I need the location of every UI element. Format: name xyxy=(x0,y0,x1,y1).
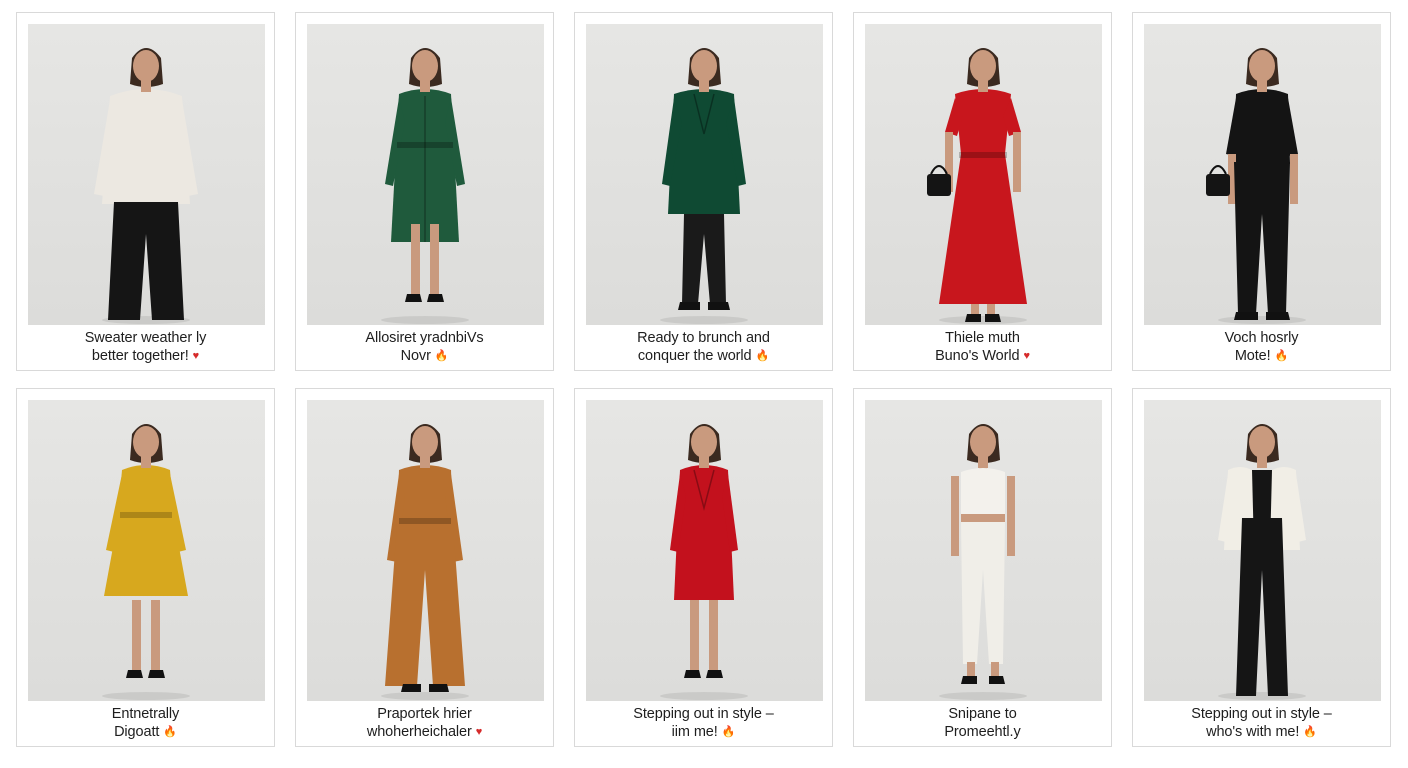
outfit-photo xyxy=(586,400,823,701)
caption-line-2: Novr 🔥 xyxy=(304,348,545,366)
caption-line-1: Stepping out in style – xyxy=(1191,706,1332,722)
caption-line-1: Praportek hrier xyxy=(377,706,472,722)
outfit-photo xyxy=(586,24,823,325)
outfit-caption: Ready to brunch and conquer the world 🔥 xyxy=(583,330,824,365)
caption-line-2-text: better together! xyxy=(91,347,189,364)
outfit-caption: Voch hosrly Mote! 🔥 xyxy=(1141,330,1382,365)
outfit-photo xyxy=(307,400,544,701)
fire-icon: 🔥 xyxy=(1274,349,1289,362)
caption-line-1: Snipane to xyxy=(948,706,1017,722)
caption-line-1: Allosiret yradnbiVs xyxy=(365,330,484,346)
model-figure xyxy=(1218,424,1306,700)
model-figure xyxy=(939,424,1027,700)
caption-line-2-text: whoherheichaler xyxy=(366,723,472,740)
caption-line-2: better together! ♥ xyxy=(25,348,266,366)
caption-line-2-text: Buno's World xyxy=(935,347,1020,364)
caption-line-1: Stepping out in style – xyxy=(633,706,774,722)
outfit-caption: Stepping out in style – iim me! 🔥 xyxy=(583,706,824,741)
outfit-photo xyxy=(865,400,1102,701)
heart-icon: ♥ xyxy=(475,725,483,738)
outfit-card[interactable]: Thiele muth Buno's World ♥ xyxy=(853,12,1112,371)
model-figure xyxy=(927,48,1027,324)
model-figure xyxy=(102,424,190,700)
outfit-photo xyxy=(307,24,544,325)
caption-line-2: Promeehtl.y xyxy=(862,724,1103,742)
caption-line-2-text: Mote! xyxy=(1234,347,1271,364)
outfit-caption: Thiele muth Buno's World ♥ xyxy=(862,330,1103,365)
outfit-gallery: Sweater weather ly better together! ♥ Allo… xyxy=(16,12,1391,747)
outfit-photo xyxy=(1144,24,1381,325)
caption-line-2-text: Promeehtl.y xyxy=(944,723,1021,740)
caption-line-1: Sweater weather ly xyxy=(84,330,207,346)
caption-line-2-text: conquer the world xyxy=(637,347,752,364)
outfit-card[interactable]: Sweater weather ly better together! ♥ xyxy=(16,12,275,371)
fire-icon: 🔥 xyxy=(1303,725,1317,738)
outfit-card[interactable]: Praportek hrier whoherheichaler ♥ xyxy=(295,388,554,747)
outfit-card[interactable]: Allosiret yradnbiVs Novr 🔥 xyxy=(295,12,554,371)
outfit-caption: Snipane to Promeehtl.y xyxy=(862,706,1103,741)
outfit-photo xyxy=(865,24,1102,325)
caption-line-2-text: Digoatt xyxy=(114,723,160,740)
caption-line-2-text: iim me! xyxy=(671,723,718,740)
outfit-card[interactable]: Ready to brunch and conquer the world 🔥 xyxy=(574,12,833,371)
caption-line-2-text: Novr xyxy=(400,347,431,364)
model-figure xyxy=(660,48,748,324)
model-figure xyxy=(381,424,469,700)
outfit-caption: Sweater weather ly better together! ♥ xyxy=(25,330,266,365)
outfit-caption: Entnetrally Digoatt 🔥 xyxy=(25,706,266,741)
heart-icon: ♥ xyxy=(192,349,200,362)
fire-icon: 🔥 xyxy=(755,349,770,362)
fire-icon: 🔥 xyxy=(163,725,177,738)
outfit-caption: Allosiret yradnbiVs Novr 🔥 xyxy=(304,330,545,365)
caption-line-2: Mote! 🔥 xyxy=(1141,348,1382,366)
fire-icon: 🔥 xyxy=(434,349,449,362)
model-figure xyxy=(660,424,748,700)
outfit-card[interactable]: Entnetrally Digoatt 🔥 xyxy=(16,388,275,747)
caption-line-2: who's with me! 🔥 xyxy=(1141,724,1382,742)
outfit-photo xyxy=(28,24,265,325)
outfit-photo xyxy=(1144,400,1381,701)
caption-line-2: iim me! 🔥 xyxy=(583,724,824,742)
outfit-card[interactable]: Stepping out in style – who's with me! 🔥 xyxy=(1132,388,1391,747)
caption-line-2: Buno's World ♥ xyxy=(862,348,1103,366)
fire-icon: 🔥 xyxy=(721,725,736,738)
caption-line-2: Digoatt 🔥 xyxy=(25,724,266,742)
heart-icon: ♥ xyxy=(1023,349,1030,362)
caption-line-1: Thiele muth xyxy=(945,330,1020,346)
caption-line-1: Voch hosrly xyxy=(1224,330,1299,346)
outfit-caption: Stepping out in style – who's with me! 🔥 xyxy=(1141,706,1382,741)
model-figure xyxy=(381,48,469,324)
caption-line-2: whoherheichaler ♥ xyxy=(304,724,545,742)
outfit-card[interactable]: Stepping out in style – iim me! 🔥 xyxy=(574,388,833,747)
caption-line-2-text: who's with me! xyxy=(1206,723,1300,740)
outfit-card[interactable]: Voch hosrly Mote! 🔥 xyxy=(1132,12,1391,371)
caption-line-2: conquer the world 🔥 xyxy=(583,348,824,366)
outfit-caption: Praportek hrier whoherheichaler ♥ xyxy=(304,706,545,741)
caption-line-1: Entnetrally xyxy=(111,706,180,722)
model-figure xyxy=(94,48,198,324)
outfit-card[interactable]: Snipane to Promeehtl.y xyxy=(853,388,1112,747)
outfit-photo xyxy=(28,400,265,701)
caption-line-1: Ready to brunch and xyxy=(637,330,770,346)
model-figure xyxy=(1206,48,1306,324)
